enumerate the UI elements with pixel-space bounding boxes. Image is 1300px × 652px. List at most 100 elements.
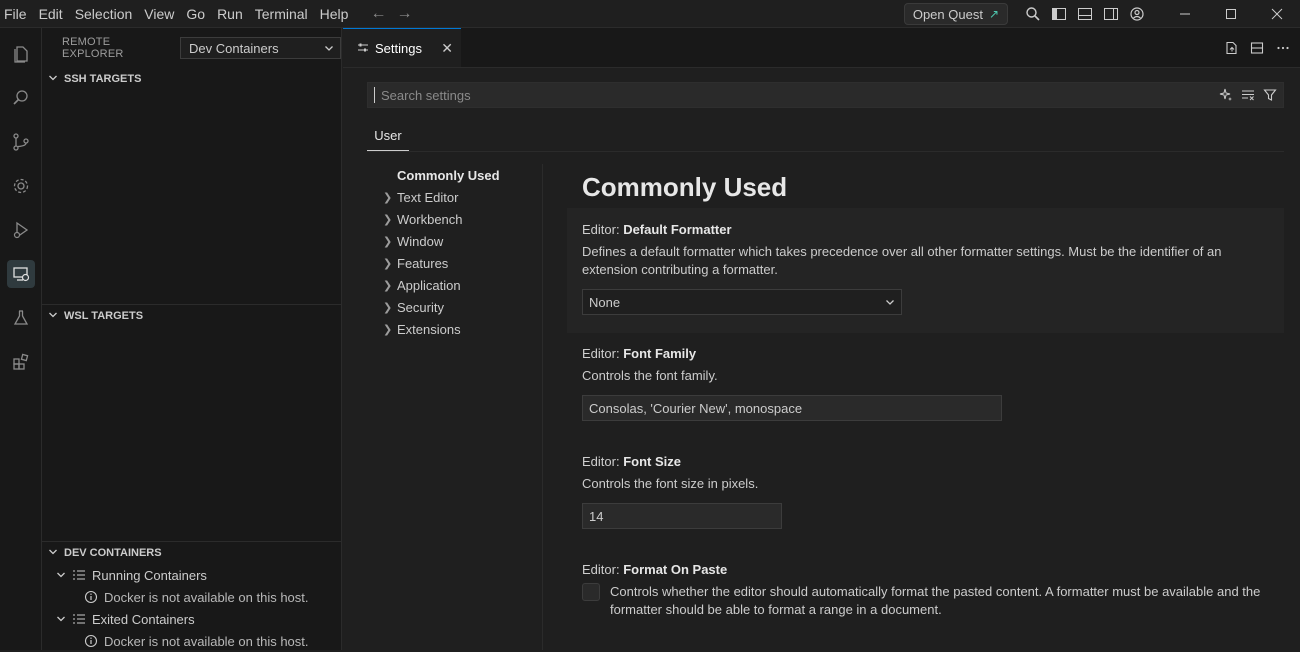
menu-bar: File Edit Selection View Go Run Terminal… bbox=[0, 0, 354, 28]
account-icon[interactable] bbox=[1124, 0, 1150, 28]
chevron-down-icon bbox=[886, 300, 894, 305]
tab-settings-label: Settings bbox=[375, 40, 422, 56]
testing-flask-icon[interactable] bbox=[0, 296, 42, 340]
sparkle-icon[interactable] bbox=[1217, 86, 1235, 104]
chevron-down-icon bbox=[325, 46, 333, 51]
chevron-down-icon bbox=[48, 547, 60, 560]
source-control-icon[interactable] bbox=[0, 120, 42, 164]
settings-toc: Commonly Used ❯ Text Editor ❯ Workbench ❯ W… bbox=[367, 164, 543, 650]
toc-extensions[interactable]: ❯ Extensions bbox=[367, 318, 542, 340]
remote-type-select[interactable]: Dev Containers bbox=[180, 37, 341, 59]
setting-default-formatter: Editor: Default Formatter Defines a defa… bbox=[567, 208, 1284, 333]
setting-category: Editor: bbox=[582, 346, 624, 361]
search-settings-input[interactable] bbox=[375, 83, 1217, 107]
toc-security[interactable]: ❯ Security bbox=[367, 296, 542, 318]
menu-run[interactable]: Run bbox=[211, 0, 249, 28]
wsl-targets-section[interactable]: WSL TARGETS bbox=[42, 305, 341, 327]
back-arrow-icon[interactable]: ← bbox=[370, 5, 386, 23]
editor-actions bbox=[1220, 28, 1300, 67]
dev-containers-section[interactable]: DEV CONTAINERS bbox=[42, 542, 341, 564]
section-heading: Commonly Used bbox=[582, 172, 788, 202]
settings-tab-icon bbox=[358, 43, 368, 52]
running-info-text: Docker is not available on this host. bbox=[104, 589, 309, 605]
menu-selection[interactable]: Selection bbox=[69, 0, 139, 28]
toggle-panel-icon[interactable] bbox=[1072, 0, 1098, 28]
settings-scope-tabs: User bbox=[367, 120, 1284, 152]
toc-label: Security bbox=[397, 299, 444, 315]
toc-label: Window bbox=[397, 233, 444, 249]
search-actions bbox=[1217, 86, 1283, 104]
chevron-right-icon: ❯ bbox=[383, 191, 393, 204]
setting-title: Editor: Font Family bbox=[582, 346, 1284, 361]
maximize-icon[interactable] bbox=[1208, 0, 1254, 28]
toc-label: Application bbox=[397, 277, 461, 293]
sidebar-header: REMOTE EXPLORER Dev Containers bbox=[42, 28, 341, 68]
format-on-paste-row: Controls whether the editor should autom… bbox=[582, 583, 1284, 619]
dev-containers-title: DEV CONTAINERS bbox=[64, 547, 162, 559]
editor-tabs: Settings ✕ bbox=[343, 28, 1300, 68]
info-icon bbox=[84, 590, 98, 604]
list-icon bbox=[73, 614, 85, 624]
editor-area: Settings ✕ Search settings User Commonly… bbox=[343, 28, 1300, 650]
exited-info-text: Docker is not available on this host. bbox=[104, 633, 309, 649]
toc-commonly-used[interactable]: Commonly Used bbox=[367, 164, 542, 186]
chevron-down-icon bbox=[57, 572, 65, 578]
menu-go[interactable]: Go bbox=[180, 0, 211, 28]
font-size-input[interactable]: 14 bbox=[582, 503, 782, 529]
wsl-targets-title: WSL TARGETS bbox=[64, 310, 144, 322]
search-view-icon[interactable] bbox=[0, 76, 42, 120]
toc-features[interactable]: ❯ Features bbox=[367, 252, 542, 274]
toc-label: Extensions bbox=[397, 321, 461, 337]
tab-settings[interactable]: Settings ✕ bbox=[343, 28, 461, 67]
toc-label: Features bbox=[397, 255, 449, 271]
close-icon[interactable]: ✕ bbox=[441, 40, 453, 57]
toggle-secondary-sidebar-icon[interactable] bbox=[1098, 0, 1124, 28]
font-family-input[interactable]: Consolas, 'Courier New', monospace bbox=[582, 395, 1002, 421]
format-on-paste-checkbox[interactable] bbox=[582, 583, 600, 601]
minimize-icon[interactable] bbox=[1162, 0, 1208, 28]
forward-arrow-icon[interactable]: → bbox=[396, 5, 412, 23]
setting-font-size: Editor: Font Size Controls the font size… bbox=[567, 454, 1284, 554]
extensions-gear-icon[interactable] bbox=[0, 164, 42, 208]
menu-edit[interactable]: Edit bbox=[33, 0, 69, 28]
toc-text-editor[interactable]: ❯ Text Editor bbox=[367, 186, 542, 208]
toc-workbench[interactable]: ❯ Workbench bbox=[367, 208, 542, 230]
split-editor-icon[interactable] bbox=[1246, 37, 1268, 59]
more-actions-icon[interactable] bbox=[1272, 37, 1294, 59]
search-icon[interactable] bbox=[1020, 0, 1046, 28]
clear-filter-icon[interactable] bbox=[1239, 86, 1257, 104]
toggle-primary-sidebar-icon[interactable] bbox=[1046, 0, 1072, 28]
chevron-right-icon: ❯ bbox=[383, 235, 393, 248]
exited-containers-item[interactable]: Exited Containers bbox=[42, 608, 341, 630]
ssh-targets-title: SSH TARGETS bbox=[64, 73, 142, 85]
default-formatter-select[interactable]: None bbox=[582, 289, 902, 315]
ssh-targets-body bbox=[42, 90, 341, 304]
ssh-targets-section[interactable]: SSH TARGETS bbox=[42, 68, 341, 90]
chevron-right-icon: ❯ bbox=[383, 213, 393, 226]
setting-format-on-paste: Editor: Format On Paste Controls whether… bbox=[567, 562, 1284, 650]
tab-user[interactable]: User bbox=[367, 120, 409, 151]
chevron-right-icon: ❯ bbox=[383, 301, 393, 314]
toc-window[interactable]: ❯ Window bbox=[367, 230, 542, 252]
exited-info-item: Docker is not available on this host. bbox=[42, 630, 341, 652]
menu-terminal[interactable]: Terminal bbox=[249, 0, 314, 28]
menu-help[interactable]: Help bbox=[314, 0, 355, 28]
list-icon bbox=[73, 570, 85, 580]
running-containers-item[interactable]: Running Containers bbox=[42, 564, 341, 586]
explorer-icon[interactable] bbox=[0, 32, 42, 76]
extensions-icon[interactable] bbox=[0, 340, 42, 384]
chevron-right-icon: ❯ bbox=[383, 279, 393, 292]
close-window-icon[interactable] bbox=[1254, 0, 1300, 28]
setting-title: Editor: Default Formatter bbox=[582, 222, 1284, 237]
chevron-down-icon bbox=[57, 616, 65, 622]
menu-view[interactable]: View bbox=[138, 0, 180, 28]
menu-file[interactable]: File bbox=[0, 0, 33, 28]
toc-application[interactable]: ❯ Application bbox=[367, 274, 542, 296]
info-icon bbox=[84, 634, 98, 648]
open-quest-button[interactable]: Open Quest ↗ bbox=[903, 3, 1008, 25]
remote-explorer-icon[interactable] bbox=[0, 252, 42, 296]
setting-description: Defines a default formatter which takes … bbox=[582, 244, 1222, 277]
filter-icon[interactable] bbox=[1261, 86, 1279, 104]
run-debug-icon[interactable] bbox=[0, 208, 42, 252]
open-settings-json-icon[interactable] bbox=[1220, 37, 1242, 59]
